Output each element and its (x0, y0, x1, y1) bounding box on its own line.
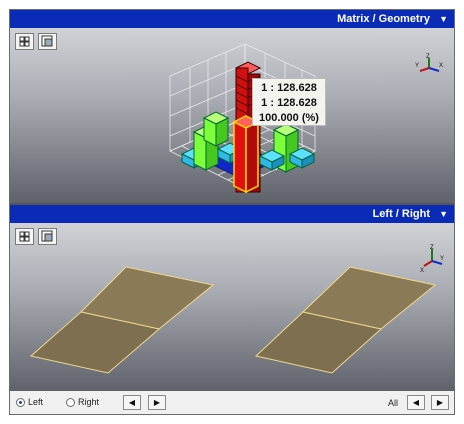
tooltip-line-2: 1 : 128.628 (261, 97, 317, 109)
all-next-button[interactable]: ▶ (431, 395, 449, 410)
axis-x-label: X (439, 63, 443, 69)
matrix-geometry-panel: Matrix / Geometry ▼ Z Y X 1: 128.628 1 … (10, 10, 454, 203)
panel-title: Matrix / Geometry (337, 13, 430, 25)
chevron-down-icon[interactable]: ▼ (439, 205, 448, 223)
tooltip-line-3: 100.000 (%) (259, 112, 319, 124)
radio-left-label: Left (28, 397, 44, 407)
statusbar: Left Right ◀ ▶ All ◀ ▶ (10, 391, 454, 414)
all-prev-button[interactable]: ◀ (407, 395, 425, 410)
panel-titlebar[interactable]: Left / Right ▼ (10, 205, 454, 223)
axis-triad-icon: Z Y X (415, 54, 443, 72)
chevron-right-icon: ▶ (153, 398, 161, 407)
radio-right-indicator[interactable] (66, 397, 75, 407)
value-tooltip: 1 : 128.628 1 : 128.628 100.000 (%) (252, 78, 326, 126)
fit-view-button[interactable] (15, 33, 34, 50)
radio-right[interactable]: Right (66, 397, 99, 407)
chevron-left-icon: ◀ (128, 398, 136, 407)
zoom-button[interactable] (38, 33, 57, 50)
3d-viewport[interactable]: Z X Y (10, 223, 454, 391)
panel-titlebar[interactable]: Matrix / Geometry ▼ (10, 10, 454, 28)
panel-title: Left / Right (372, 208, 430, 220)
bar-red-selected (232, 115, 260, 194)
right-surface[interactable] (254, 266, 437, 374)
next-button[interactable]: ▶ (148, 395, 166, 410)
chevron-right-icon: ▶ (436, 398, 444, 407)
left-right-panel: Left / Right ▼ Z X Y (10, 205, 454, 391)
surface-geometry[interactable] (10, 223, 454, 391)
zoom-icon (41, 35, 53, 47)
left-surface[interactable] (29, 266, 215, 374)
radio-right-label: Right (78, 397, 100, 407)
chevron-left-icon: ◀ (412, 398, 420, 407)
radio-left-indicator[interactable] (16, 397, 25, 407)
all-label: All (388, 398, 399, 408)
fit-view-icon (19, 36, 30, 47)
axis-z-label: Z (426, 54, 430, 60)
application-window: Matrix / Geometry ▼ Z Y X 1: 128.628 1 … (9, 9, 455, 415)
tooltip-line-1: 1 : 128.628 (261, 82, 317, 94)
3d-viewport[interactable]: Z Y X 1: 128.628 1: 128.628 100.000 (%… (10, 28, 454, 203)
radio-left[interactable]: Left (16, 397, 43, 407)
chevron-down-icon[interactable]: ▼ (439, 10, 448, 28)
axis-y-label: Y (415, 63, 419, 69)
prev-button[interactable]: ◀ (123, 395, 141, 410)
bar-green-back (202, 111, 230, 147)
